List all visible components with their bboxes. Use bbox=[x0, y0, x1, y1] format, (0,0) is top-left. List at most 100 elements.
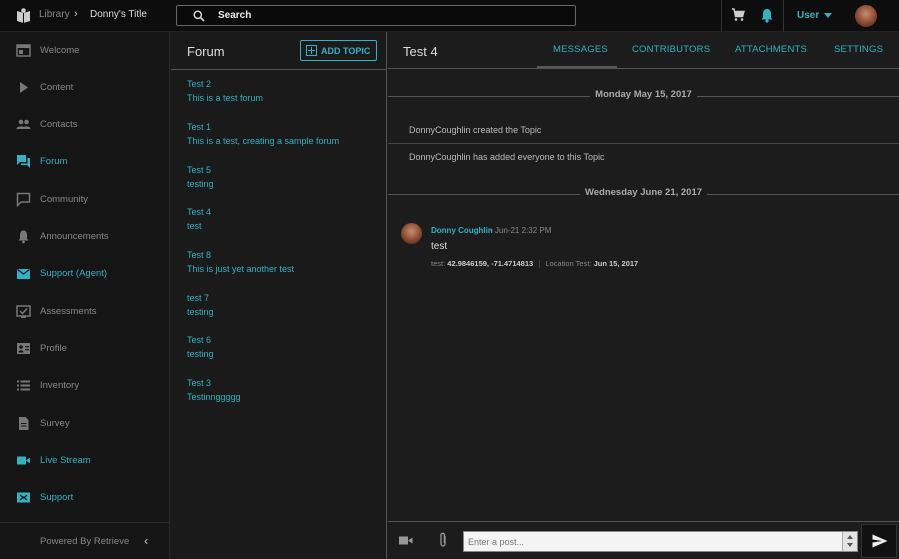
topic-item[interactable]: test 7 testing bbox=[187, 291, 377, 323]
forum-icon bbox=[17, 155, 30, 168]
sidebar-item-label: Inventory bbox=[40, 380, 80, 391]
topic-subtitle: This is a test forum bbox=[187, 93, 264, 103]
topic-item[interactable]: Test 6 testing bbox=[187, 333, 377, 365]
add-topic-label: ADD TOPIC bbox=[321, 46, 371, 56]
profile-icon bbox=[17, 343, 30, 354]
post-timestamp: - Jun-21 2:32 PM bbox=[490, 226, 552, 235]
video-icon bbox=[17, 456, 30, 465]
sidebar-item-survey[interactable]: Survey bbox=[0, 405, 170, 442]
collapse-sidebar-icon[interactable]: ‹ bbox=[144, 533, 148, 548]
topic-title: Test 8 bbox=[187, 250, 212, 260]
attachment-icon[interactable] bbox=[438, 532, 448, 548]
avatar[interactable] bbox=[855, 5, 877, 27]
breadcrumb-library[interactable]: Library bbox=[39, 9, 70, 20]
tab-settings[interactable]: SETTINGS bbox=[834, 44, 883, 55]
meta-value: 42.9846159, -71.4714813 bbox=[447, 259, 534, 268]
video-icon[interactable] bbox=[399, 535, 413, 546]
sidebar-item-content[interactable]: Content bbox=[0, 69, 170, 106]
app: Library › Donny's Title Search User Welc… bbox=[0, 0, 899, 559]
add-topic-button[interactable]: ADD TOPIC bbox=[300, 40, 377, 61]
powered-by-label: Powered By Retrieve bbox=[40, 536, 130, 547]
sidebar-item-label: Content bbox=[40, 82, 74, 93]
tab-messages[interactable]: MESSAGES bbox=[553, 44, 608, 55]
post-metadata: test: 42.9846159, -71.4714813 | Location… bbox=[431, 259, 638, 268]
topic-item[interactable]: Test 2 This is a test forum bbox=[187, 77, 377, 109]
meta-label: Location Test: bbox=[545, 259, 592, 268]
date-label: Monday May 15, 2017 bbox=[590, 89, 697, 100]
mail-icon bbox=[17, 269, 30, 279]
meta-separator: | bbox=[538, 259, 541, 268]
divider bbox=[721, 0, 722, 32]
sidebar-item-forum[interactable]: Forum bbox=[0, 143, 170, 180]
sidebar-item-label: Contacts bbox=[40, 119, 78, 130]
breadcrumb-title[interactable]: Donny's Title bbox=[90, 9, 147, 20]
sidebar-item-label: Support bbox=[40, 492, 74, 503]
topic-subtitle: Testinnggggg bbox=[187, 392, 241, 402]
system-message: DonnyCoughlin created the Topic bbox=[409, 125, 542, 135]
forum-header: Forum ADD TOPIC bbox=[171, 32, 386, 70]
search-input[interactable]: Search bbox=[176, 5, 576, 26]
chevron-down-icon[interactable] bbox=[824, 13, 832, 18]
sidebar-item-announcements[interactable]: Announcements bbox=[0, 218, 170, 255]
stepper-up-icon[interactable] bbox=[847, 535, 853, 539]
sidebar-item-profile[interactable]: Profile bbox=[0, 330, 170, 367]
topic-title: Test 1 bbox=[187, 122, 212, 132]
divider bbox=[783, 0, 784, 32]
date-divider: Wednesday June 21, 2017 bbox=[388, 187, 899, 201]
topic-item[interactable]: Test 3 Testinnggggg bbox=[187, 376, 377, 408]
topic-title: Test 3 bbox=[187, 378, 212, 388]
search-icon bbox=[193, 10, 205, 22]
tab-contributors[interactable]: CONTRIBUTORS bbox=[632, 44, 710, 55]
sidebar-item-community[interactable]: Community bbox=[0, 181, 170, 218]
sidebar-footer: Powered By Retrieve ‹ bbox=[0, 522, 170, 559]
forum-panel: Forum ADD TOPIC Test 2 This is a test fo… bbox=[171, 32, 387, 559]
sidebar-item-assessments[interactable]: Assessments bbox=[0, 293, 170, 330]
tab-attachments[interactable]: ATTACHMENTS bbox=[735, 44, 807, 55]
sidebar-item-welcome[interactable]: Welcome bbox=[0, 32, 170, 69]
system-message: DonnyCoughlin has added everyone to this… bbox=[409, 152, 605, 162]
topic-subtitle: This is a test, creating a sample forum bbox=[187, 136, 340, 146]
sidebar-item-support-agent[interactable]: Support (Agent) bbox=[0, 255, 170, 292]
sidebar-item-contacts[interactable]: Contacts bbox=[0, 106, 170, 143]
topic-item[interactable]: Test 8 This is just yet another test bbox=[187, 248, 377, 280]
post-avatar[interactable] bbox=[401, 223, 422, 244]
topic-subtitle: testing bbox=[187, 179, 214, 189]
user-menu[interactable]: User bbox=[797, 10, 819, 21]
topic-item[interactable]: Test 4 test bbox=[187, 205, 377, 237]
topic-item[interactable]: Test 1 This is a test, creating a sample… bbox=[187, 120, 377, 152]
topic-title: Test 6 bbox=[187, 335, 212, 345]
sidebar: Welcome Content Contacts Forum Community… bbox=[0, 32, 170, 559]
sidebar-item-live-stream[interactable]: Live Stream bbox=[0, 442, 170, 479]
bell-icon bbox=[18, 230, 29, 244]
sidebar-item-support[interactable]: Support bbox=[0, 479, 170, 516]
document-icon bbox=[19, 417, 29, 430]
add-icon bbox=[306, 45, 317, 56]
send-button[interactable] bbox=[861, 524, 897, 558]
sidebar-item-label: Announcements bbox=[40, 231, 109, 242]
topic-item[interactable]: Test 5 testing bbox=[187, 163, 377, 195]
sidebar-item-inventory[interactable]: Inventory bbox=[0, 367, 170, 404]
top-bar: Library › Donny's Title Search User bbox=[0, 0, 899, 32]
meta-value: Jun 15, 2017 bbox=[593, 259, 639, 268]
library-logo-icon[interactable] bbox=[16, 8, 31, 23]
cart-icon[interactable] bbox=[731, 8, 745, 22]
input-stepper[interactable] bbox=[842, 532, 857, 551]
forum-title: Forum bbox=[187, 44, 225, 59]
date-label: Wednesday June 21, 2017 bbox=[579, 187, 708, 198]
sidebar-item-label: Welcome bbox=[40, 45, 80, 56]
post-input[interactable] bbox=[464, 532, 839, 551]
sidebar-item-label: Live Stream bbox=[40, 455, 91, 466]
sidebar-item-label: Profile bbox=[40, 343, 67, 354]
sidebar-item-label: Assessments bbox=[40, 306, 97, 317]
topic-header: Test 4 MESSAGES CONTRIBUTORS ATTACHMENTS… bbox=[388, 32, 899, 69]
post-author[interactable]: Donny Coughlin bbox=[431, 226, 493, 235]
breadcrumb-chevron-icon: › bbox=[74, 8, 78, 20]
stepper-down-icon[interactable] bbox=[847, 543, 853, 547]
list-icon bbox=[17, 380, 30, 391]
notifications-bell-icon[interactable] bbox=[760, 8, 774, 23]
people-icon bbox=[16, 119, 31, 129]
topic-title: Test 2 bbox=[187, 79, 212, 89]
topic-main-panel: Test 4 MESSAGES CONTRIBUTORS ATTACHMENTS… bbox=[388, 32, 899, 559]
welcome-icon bbox=[16, 44, 31, 57]
meta-label: test: bbox=[431, 259, 446, 268]
